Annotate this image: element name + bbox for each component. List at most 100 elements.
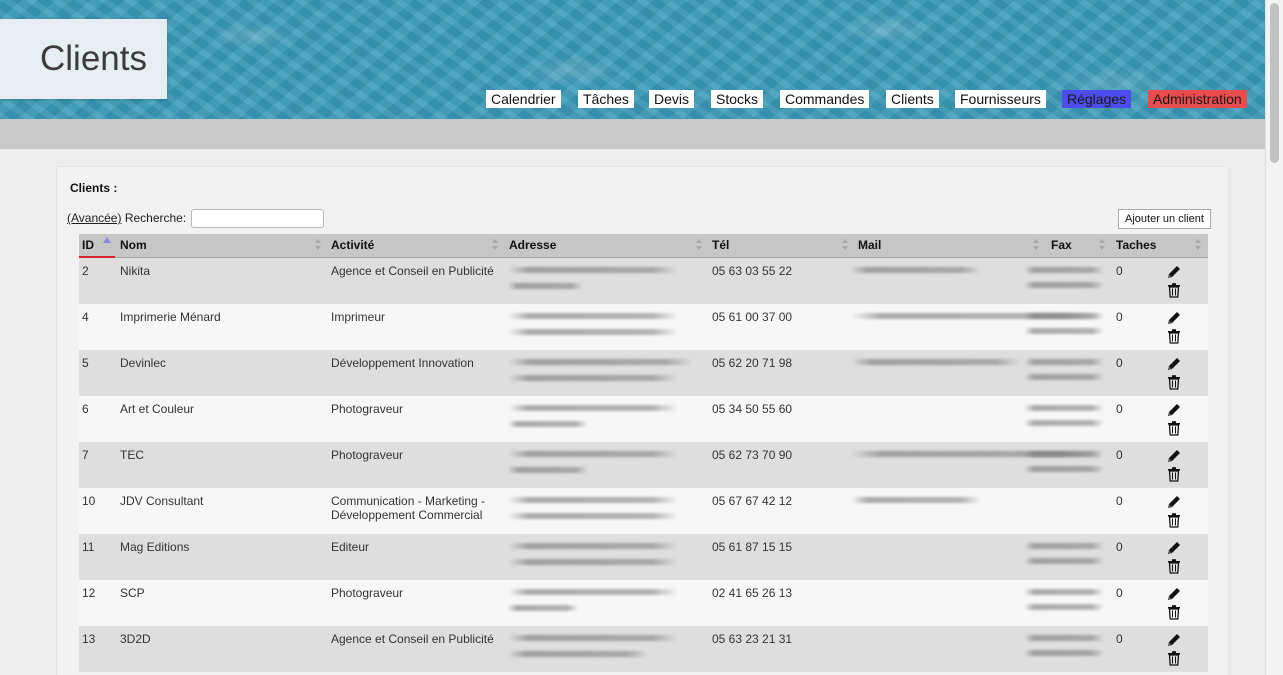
redacted-address [508,451,678,457]
row-actions [1166,586,1182,622]
cell-nom: Nikita [120,264,151,278]
cell-activite: Imprimeur [331,310,386,324]
table-row[interactable]: 13 3D2D Agence et Conseil en Publicité 05 6… [79,626,1208,672]
trash-icon[interactable] [1166,512,1182,528]
nav-administration[interactable]: Administration [1148,90,1247,108]
col-header-taches[interactable]: Taches [1113,234,1205,258]
nav-taches[interactable]: Tâches [578,90,634,108]
sort-icon [492,239,498,251]
col-header-activite[interactable]: Activité [328,234,503,258]
table-row[interactable]: 10 JDV Consultant Communication - Marketin… [79,488,1208,534]
nav-fournisseurs[interactable]: Fournisseurs [955,90,1046,108]
redacted-mail [851,267,981,273]
nav-stocks[interactable]: Stocks [711,90,764,108]
row-actions [1166,448,1182,484]
redacted-fax [1024,359,1104,365]
cell-tel: 05 63 03 55 22 [712,264,793,278]
col-header-adresse[interactable]: Adresse [506,234,706,258]
pencil-icon[interactable] [1166,356,1182,372]
page-title-box: Clients [0,19,167,99]
table-row[interactable]: 12 SCP Photograveur 02 41 65 26 13 0 [79,580,1208,626]
cell-activite: Agence et Conseil en Publicité [331,264,494,278]
redacted-fax [1024,313,1104,319]
scrollbar-thumb[interactable] [1270,3,1279,163]
table-row[interactable]: 7 TEC Photograveur 05 62 73 70 90 0 [79,442,1208,488]
redacted-address [508,329,678,335]
search-label: Recherche: [124,211,187,225]
cell-id: 6 [82,402,89,416]
col-header-tel[interactable]: Tél [709,234,852,258]
col-header-fax[interactable]: Fax [1048,234,1109,258]
trash-icon[interactable] [1166,328,1182,344]
row-actions [1166,310,1182,346]
redacted-address [508,635,678,641]
table-row[interactable]: 5 Devinlec Développement Innovation 05 62 2… [79,350,1208,396]
trash-icon[interactable] [1166,650,1182,666]
col-header-id[interactable]: ID [79,234,115,258]
pencil-icon[interactable] [1166,632,1182,648]
table-row[interactable]: 2 Nikita Agence et Conseil en Publicité 05 … [79,258,1208,304]
redacted-fax [1024,466,1104,472]
cell-activite: Photograveur [331,402,404,416]
cell-tel: 05 62 73 70 90 [712,448,793,462]
redacted-fax [1024,267,1104,273]
redacted-fax [1024,543,1104,549]
search-input[interactable] [191,209,324,228]
redacted-address [508,543,678,549]
cell-nom: JDV Consultant [120,494,204,508]
clients-panel: Clients : (Avancée) Recherche: Ajouter u… [56,166,1229,675]
table-header: ID Nom Activité Adresse Tél Mail Fax Tac… [79,234,1208,258]
trash-icon[interactable] [1166,558,1182,574]
add-client-button[interactable]: Ajouter un client [1118,209,1211,229]
nav-commandes[interactable]: Commandes [780,90,870,108]
advanced-search-link[interactable]: (Avancée) [67,211,121,225]
redacted-address [508,359,693,365]
nav-devis[interactable]: Devis [649,90,695,108]
sort-icon [1033,239,1039,251]
redacted-fax [1024,374,1104,380]
redacted-fax [1024,650,1104,656]
pencil-icon[interactable] [1166,310,1182,326]
redacted-mail [851,359,1021,365]
cell-id: 10 [82,494,96,508]
cell-tel: 05 67 67 42 12 [712,494,793,508]
sort-asc-icon [103,237,111,243]
pencil-icon[interactable] [1166,540,1182,556]
trash-icon[interactable] [1166,466,1182,482]
cell-taches: 0 [1116,310,1123,324]
pencil-icon[interactable] [1166,264,1182,280]
cell-tel: 02 41 65 26 13 [712,586,793,600]
nav-clients[interactable]: Clients [886,90,939,108]
col-header-nom[interactable]: Nom [117,234,325,258]
cell-taches: 0 [1116,264,1123,278]
redacted-fax [1024,282,1104,288]
cell-activite: Développement Innovation [331,356,474,370]
pencil-icon[interactable] [1166,586,1182,602]
table-row[interactable]: 11 Mag Editions Editeur 05 61 87 15 15 0 [79,534,1208,580]
redacted-fax [1024,604,1104,610]
row-actions [1166,402,1182,438]
search-row: (Avancée) Recherche: [67,211,186,225]
sort-icon [842,239,848,251]
trash-icon[interactable] [1166,420,1182,436]
redacted-address [508,651,648,657]
trash-icon[interactable] [1166,604,1182,620]
row-actions [1166,540,1182,576]
nav-calendrier[interactable]: Calendrier [486,90,561,108]
redacted-fax [1024,589,1104,595]
trash-icon[interactable] [1166,282,1182,298]
redacted-address [508,589,678,595]
pencil-icon[interactable] [1166,448,1182,464]
cell-tel: 05 61 87 15 15 [712,540,793,554]
vertical-scrollbar[interactable] [1265,0,1283,675]
pencil-icon[interactable] [1166,402,1182,418]
table-row[interactable]: 6 Art et Couleur Photograveur 05 34 50 55 6… [79,396,1208,442]
cell-activite: Photograveur [331,586,404,600]
cell-id: 12 [82,586,96,600]
table-row[interactable]: 4 Imprimerie Ménard Imprimeur 05 61 00 37 0… [79,304,1208,350]
redacted-fax [1024,635,1104,641]
nav-reglages[interactable]: Réglages [1062,90,1132,108]
trash-icon[interactable] [1166,374,1182,390]
col-header-mail[interactable]: Mail [855,234,1043,258]
pencil-icon[interactable] [1166,494,1182,510]
